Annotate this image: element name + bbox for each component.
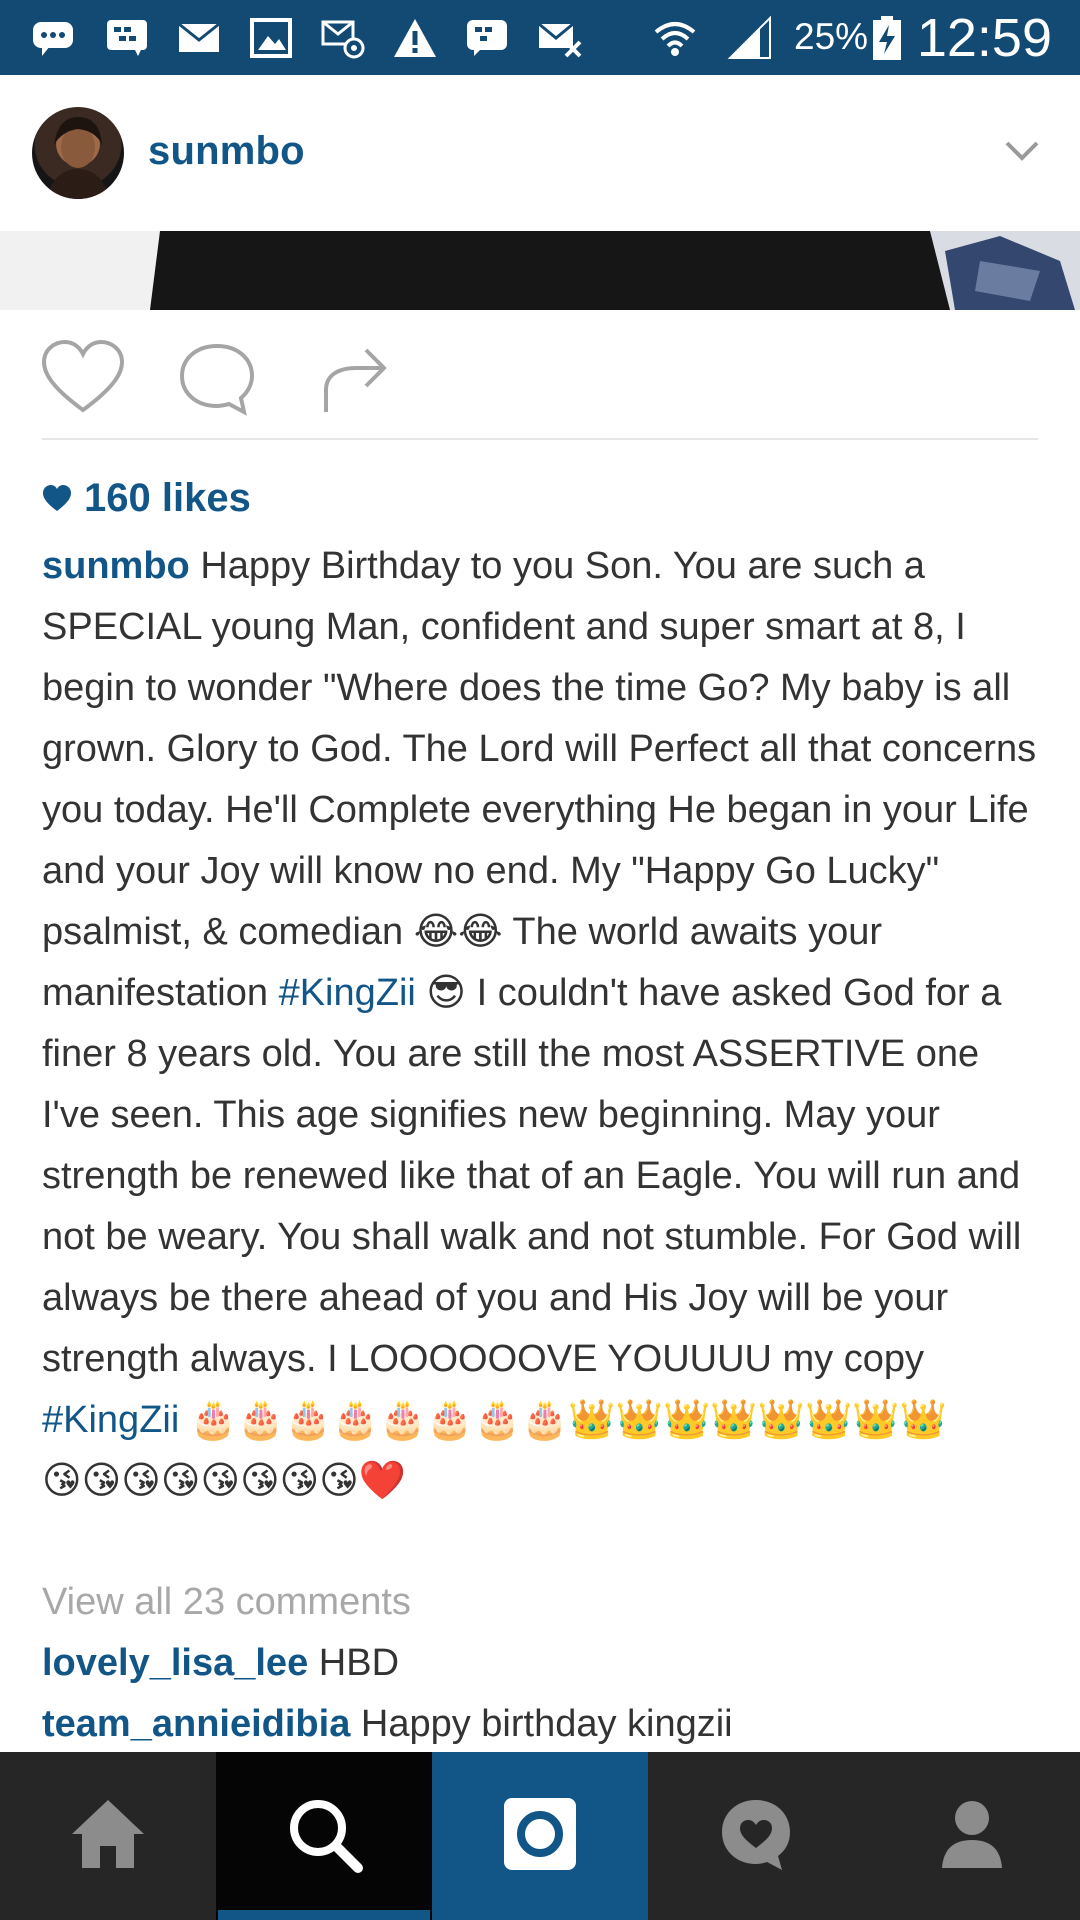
active-tab-indicator (218, 1910, 430, 1920)
caption-emoji: 😎 (415, 972, 467, 1014)
caption-username[interactable]: sunmbo (42, 545, 190, 587)
email-at-icon (320, 16, 366, 60)
chat-bubble-icon (30, 16, 76, 60)
post-actions (0, 310, 1080, 440)
caption-emoji: 😂😂 (413, 911, 503, 953)
nav-home[interactable] (0, 1752, 216, 1920)
caption-emoji: 😘😘😘😘😘😘😘😘❤️ (42, 1460, 407, 1502)
clock: 12:59 (916, 8, 1052, 68)
heart-icon[interactable] (40, 338, 126, 418)
likes-count[interactable]: 160 likes (42, 470, 251, 526)
camera-icon (504, 1798, 576, 1870)
wifi-icon (652, 16, 698, 60)
post-photo[interactable] (0, 231, 1080, 310)
share-icon[interactable] (312, 338, 398, 418)
comment-username[interactable]: team_annieidibia (42, 1703, 350, 1745)
comment-username[interactable]: lovely_lisa_lee (42, 1642, 308, 1684)
chevron-down-icon[interactable] (1002, 131, 1042, 171)
caption-text: I couldn't have asked God for a finer 8 … (42, 972, 1022, 1380)
home-icon (72, 1800, 144, 1868)
battery-percent: 25% (794, 16, 869, 57)
likes-label: 160 likes (84, 476, 251, 520)
hashtag-link[interactable]: #KingZii (42, 1399, 179, 1441)
comment: lovely_lisa_lee HBD (42, 1633, 399, 1694)
bbm-icon (464, 16, 510, 60)
mail-off-icon (536, 16, 582, 60)
search-icon (290, 1800, 363, 1873)
status-bar: 25% 12:59 (0, 0, 1080, 75)
signal-icon (726, 16, 772, 60)
post-username[interactable]: sunmbo (148, 125, 305, 177)
view-all-comments-link[interactable]: View all 23 comments (42, 1572, 411, 1633)
bottom-nav (0, 1752, 1080, 1920)
gallery-icon (248, 16, 294, 60)
comment-icon[interactable] (174, 338, 260, 418)
comment: team_annieidibia Happy birthday kingzii (42, 1694, 733, 1755)
hashtag-link[interactable]: #KingZii (279, 972, 416, 1014)
nav-activity[interactable] (648, 1752, 864, 1920)
caption-text: Happy Birthday to you Son. You are such … (42, 545, 1037, 953)
comment-text: Happy birthday kingzii (350, 1703, 733, 1745)
post-header: sunmbo (0, 75, 1080, 232)
bbm-icon (104, 16, 150, 60)
nav-profile[interactable] (864, 1752, 1080, 1920)
post-caption: sunmbo Happy Birthday to you Son. You ar… (42, 536, 1042, 1512)
mail-icon (176, 16, 222, 60)
profile-icon (942, 1801, 1002, 1868)
avatar[interactable] (32, 107, 124, 199)
battery-charging-icon (870, 16, 904, 60)
nav-camera[interactable] (432, 1752, 648, 1920)
nav-search[interactable] (216, 1752, 432, 1920)
heart-icon (42, 473, 72, 511)
comment-text: HBD (308, 1642, 400, 1684)
warning-icon (392, 16, 438, 60)
activity-heart-icon (722, 1800, 790, 1870)
caption-emoji: 🎂🎂🎂🎂🎂🎂🎂🎂👑👑👑👑👑👑👑👑 (179, 1399, 947, 1441)
divider (42, 438, 1038, 440)
